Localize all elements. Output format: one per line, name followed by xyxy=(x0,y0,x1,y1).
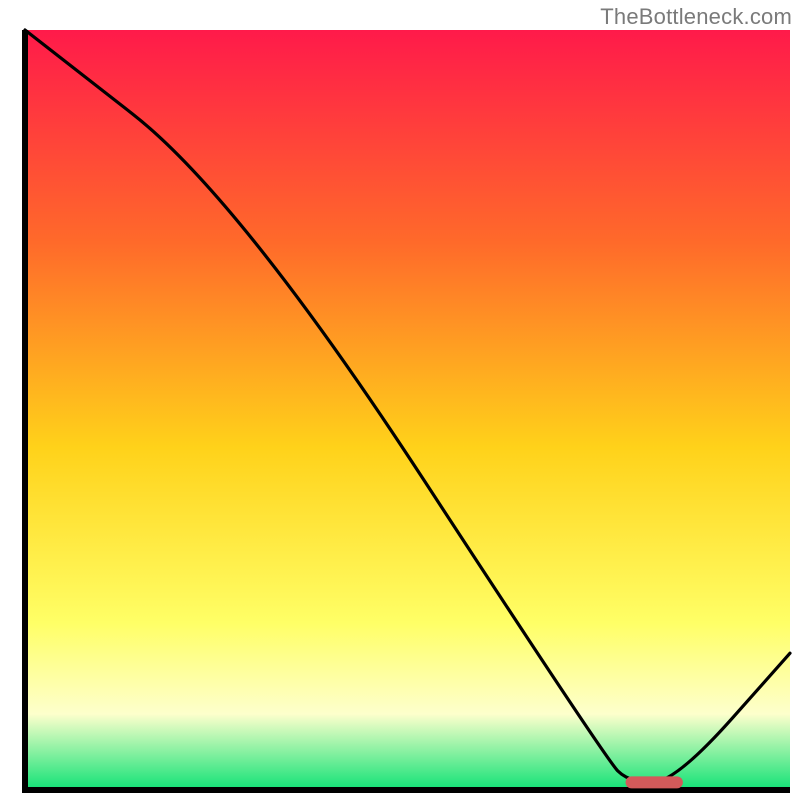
watermark-text: TheBottleneck.com xyxy=(600,4,792,30)
plot-background xyxy=(25,30,790,790)
minimum-marker xyxy=(626,776,683,788)
chart-container: TheBottleneck.com xyxy=(0,0,800,800)
chart-svg xyxy=(0,0,800,800)
